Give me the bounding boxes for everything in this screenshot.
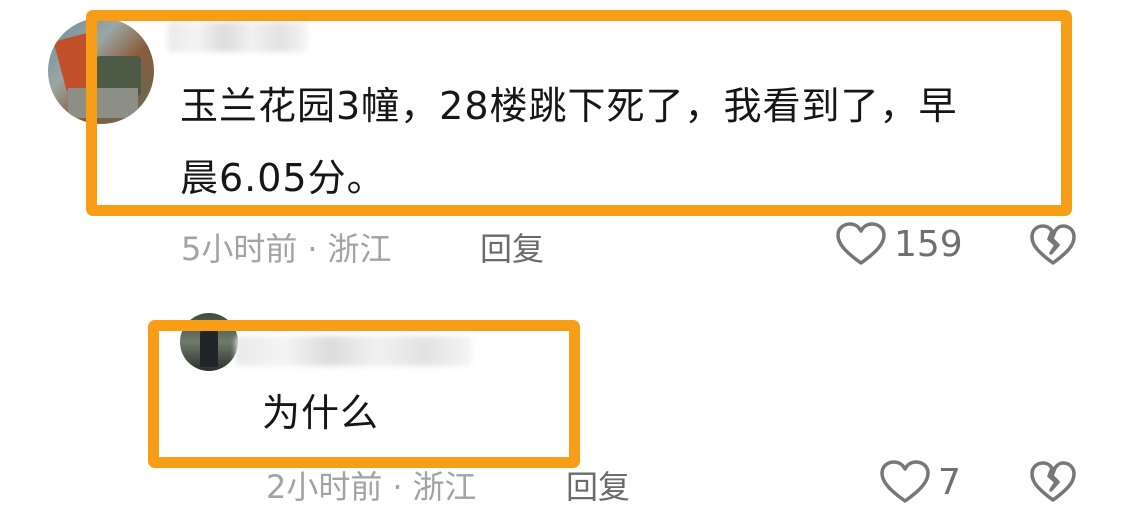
like-button[interactable]: 159 xyxy=(836,222,963,266)
comment-meta: 5小时前 · 浙江 xyxy=(181,224,392,270)
comment-location: 浙江 xyxy=(327,230,392,268)
comment-time: 5小时前 xyxy=(181,230,298,268)
like-count: 7 xyxy=(938,461,961,503)
meta-separator: · xyxy=(307,230,318,268)
reply-button[interactable]: 回复 xyxy=(480,224,544,270)
like-button[interactable]: 7 xyxy=(880,460,961,504)
dislike-button[interactable] xyxy=(1030,461,1076,507)
heart-outline-icon xyxy=(880,460,930,503)
highlight-box-reply xyxy=(148,320,580,468)
like-count: 159 xyxy=(894,223,963,265)
reply-meta: 2小时前 · 浙江 xyxy=(266,462,477,508)
reply-button[interactable]: 回复 xyxy=(566,462,630,508)
heart-outline-icon xyxy=(836,222,886,265)
broken-heart-icon xyxy=(1030,224,1076,265)
dislike-button[interactable] xyxy=(1030,224,1076,270)
reply-location: 浙江 xyxy=(412,468,477,506)
meta-separator: · xyxy=(392,468,403,506)
highlight-box-comment xyxy=(86,10,1072,216)
reply-time: 2小时前 xyxy=(266,468,383,506)
broken-heart-icon xyxy=(1030,461,1076,502)
